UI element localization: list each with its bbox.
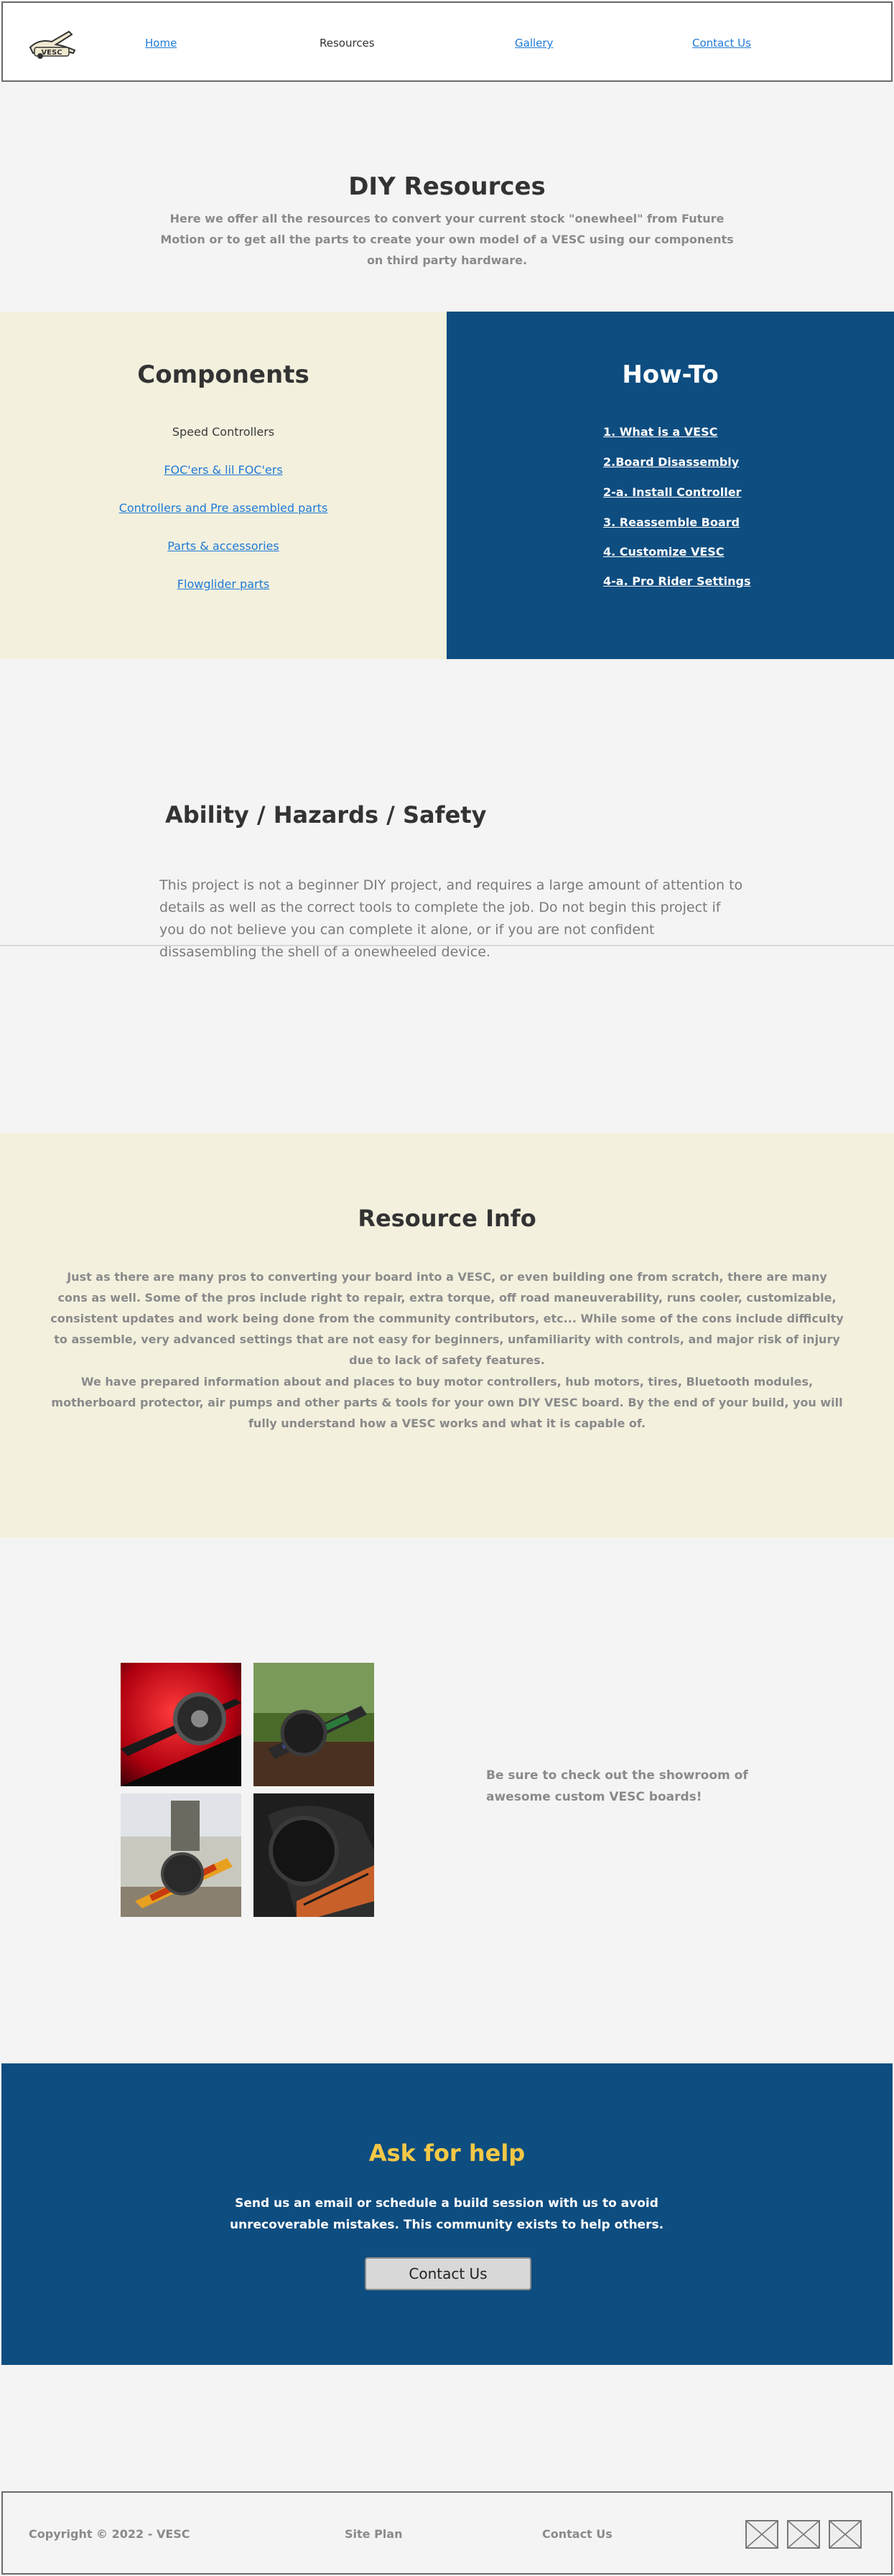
diy-text: Here we offer all the resources to conve… [160,212,734,267]
safety-text: This project is not a beginner DIY proje… [159,877,743,960]
resource-title: Resource Info [358,1205,536,1232]
contact-us-button[interactable]: Contact Us [365,2257,531,2290]
gallery-photo-dirt-board[interactable] [253,1663,374,1786]
social-icon-3[interactable] [829,2520,862,2549]
gallery-text: Be sure to check out the showroom of awe… [486,1768,748,1804]
howto-item-install-controller[interactable]: 2-a. Install Controller [603,485,741,499]
resource-paragraph-1: Just as there are many pros to convertin… [50,1270,844,1367]
site-header: VESC Home Resources Gallery Contact Us [1,1,893,82]
vesc-logo[interactable]: VESC [24,26,82,62]
gallery-photo-flame-board[interactable] [121,1793,241,1917]
components-title: Components [137,360,309,389]
svg-text:VESC: VESC [41,49,62,57]
diy-title: DIY Resources [348,172,546,201]
howto-item-what-is-vesc[interactable]: 1. What is a VESC [603,425,717,439]
gallery-photo-red-board[interactable] [121,1663,241,1786]
howto-item-disassembly[interactable]: 2.Board Disassembly [603,455,739,469]
section-divider [0,945,894,946]
resource-info-panel: Resource Info Just as there are many pro… [0,1133,894,1538]
components-item-controllers[interactable]: Controllers and Pre assembled parts [0,501,447,515]
help-title: Ask for help [368,2139,526,2167]
howto-item-reassemble[interactable]: 3. Reassemble Board [603,515,740,529]
nav-home[interactable]: Home [145,37,177,50]
help-text: Send us an email or schedule a build ses… [229,2196,664,2232]
components-item-flowglider[interactable]: Flowglider parts [0,577,447,591]
howto-item-customize[interactable]: 4. Customize VESC [603,545,725,559]
components-item-parts[interactable]: Parts & accessories [0,539,447,553]
components-panel: Components Speed Controllers FOC'ers & l… [0,312,447,659]
footer-copyright: Copyright © 2022 - VESC [29,2527,190,2541]
footer-contact[interactable]: Contact Us [542,2527,613,2541]
nav-gallery[interactable]: Gallery [515,37,553,50]
help-panel: Ask for help Send us an email or schedul… [1,2063,893,2365]
gallery-photo-black-board[interactable] [253,1793,374,1917]
social-icon-1[interactable] [745,2520,778,2549]
site-footer: Copyright © 2022 - VESC Site Plan Contac… [1,2491,893,2575]
social-icon-2[interactable] [787,2520,820,2549]
howto-item-pro-rider[interactable]: 4-a. Pro Rider Settings [603,574,751,588]
components-item-speed-controllers: Speed Controllers [172,425,275,439]
resource-paragraph-2: We have prepared information about and p… [51,1375,843,1430]
nav-resources[interactable]: Resources [320,37,375,50]
safety-title: Ability / Hazards / Safety [165,801,487,829]
howto-title: How-To [622,360,719,389]
howto-panel: How-To 1. What is a VESC 2.Board Disasse… [447,312,894,659]
nav-contact[interactable]: Contact Us [692,37,751,50]
footer-site-plan[interactable]: Site Plan [345,2527,402,2541]
components-item-focers[interactable]: FOC'ers & lil FOC'ers [0,463,447,477]
